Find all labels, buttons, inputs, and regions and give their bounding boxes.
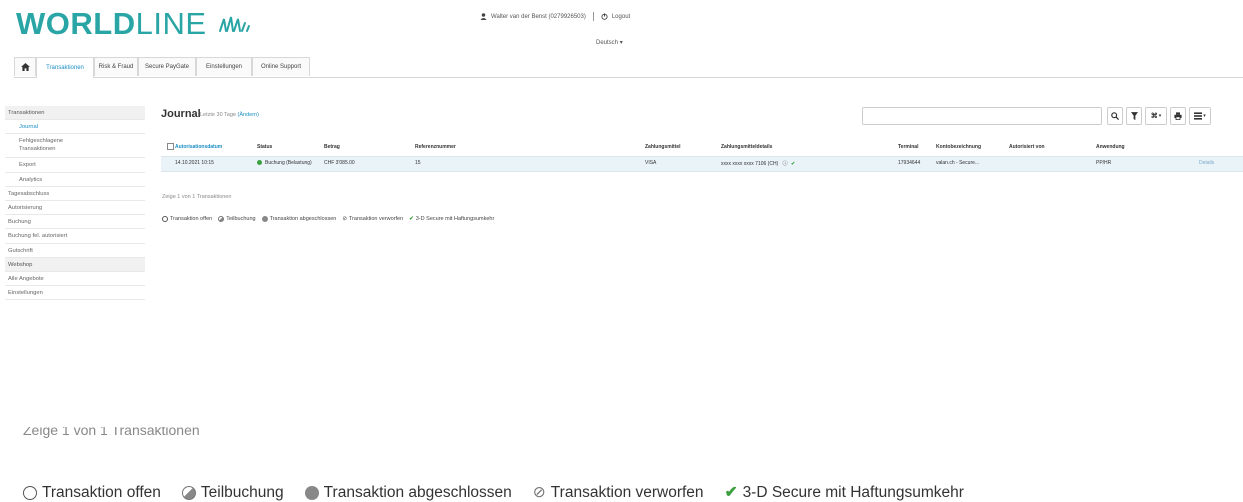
column-header[interactable]: Zahlungsmitteldetails (721, 144, 772, 150)
home-icon (20, 63, 30, 71)
change-range-link[interactable]: (Ändern) (238, 112, 259, 118)
checkmark-icon: ✔ (791, 161, 796, 167)
sidebar-item-gutschrift[interactable]: Gutschrift (5, 244, 145, 258)
chevron-down-icon: ▾ (1158, 113, 1162, 119)
print-icon (1174, 112, 1182, 120)
sidebar: Transaktionen Journal Fehlgeschlagene Tr… (5, 106, 145, 301)
table-row[interactable]: 14.10.2021 10:15 Buchung (Belastung) CHF… (161, 156, 1243, 172)
sidebar-item-alle-angebote[interactable]: Alle Angebote (5, 272, 145, 287)
legend-secure: ✔ 3-D Secure mit Haftungsumkehr (724, 483, 964, 502)
sidebar-item-export[interactable]: Export (5, 158, 145, 173)
tab-secure-paygate[interactable]: Secure PayGate (138, 57, 196, 76)
page-title: Journal (161, 108, 201, 120)
view-options-button[interactable]: ▾ (1189, 107, 1211, 125)
worldline-logo[interactable]: WORLDLINE (16, 4, 251, 44)
sidebar-item-buchung[interactable]: Buchung (5, 215, 145, 230)
columns-icon: ⌘ (1150, 113, 1158, 120)
sidebar-item-journal[interactable]: Journal (5, 120, 145, 135)
cell-date: 14.10.2021 10:15 (175, 160, 214, 166)
discarded-icon: ⊘ (532, 484, 546, 501)
cell-method-details: xxxx xxxx xxxx 7106 (CH) ⓘ ✔ (721, 161, 796, 167)
logout-link[interactable]: Logout (612, 14, 630, 20)
filled-circle-icon (304, 485, 319, 500)
filled-circle-icon (261, 216, 268, 222)
details-link[interactable]: Details (1199, 160, 1214, 166)
legend-discarded: ⊘ Transaktion verworfen (532, 483, 704, 502)
sidebar-item-analytics[interactable]: Analytics (5, 173, 145, 187)
legend-secure: ✔ 3-D Secure mit Haftungsumkehr (409, 216, 495, 222)
tab-online-support[interactable]: Online Support (252, 57, 310, 76)
column-header[interactable]: Terminal (898, 144, 918, 150)
logout-icon[interactable] (601, 13, 608, 20)
sidebar-item-fehlgeschlagene-transaktionen[interactable]: Fehlgeschlagene Transaktionen (5, 134, 145, 159)
sidebar-item-tagesabschluss[interactable]: Tagesabschluss (5, 187, 145, 201)
user-name: Walter van der Benst (0279926503) (491, 13, 586, 20)
tab-einstellungen[interactable]: Einstellungen (196, 57, 252, 76)
cell-terminal: 17934644 (898, 160, 921, 166)
half-circle-icon (181, 485, 196, 500)
cell-reference: 15 (415, 160, 421, 166)
date-range-label: Letzte 30 Tage (Ändern) (200, 112, 259, 118)
legend-partial: Teilbuchung (218, 216, 256, 222)
sidebar-item-einstellungen[interactable]: Einstellungen (5, 286, 145, 301)
chevron-down-icon: ▾ (619, 40, 623, 46)
table-header: Autorisationsdatum Status Betrag Referen… (161, 143, 1243, 155)
info-icon[interactable]: ⓘ (783, 161, 788, 167)
legend-open: Transaktion offen (162, 216, 212, 222)
sidebar-item-autorisierung[interactable]: Autorisierung (5, 201, 145, 216)
filter-icon (1130, 112, 1138, 120)
search-input[interactable] (862, 107, 1102, 125)
worldline-logo-mark-icon (218, 16, 250, 32)
result-count: Zeige 1 von 1 Transaktionen (162, 194, 232, 200)
tab-transaktionen[interactable]: Transaktionen (36, 57, 94, 78)
column-header[interactable]: Autorisationsdatum (175, 144, 222, 150)
select-all-checkbox[interactable] (167, 143, 174, 150)
sidebar-item-buchung-fel-autorisiert[interactable]: Buchung fel. autorisiert (5, 229, 145, 244)
column-header[interactable]: Referenznummer (415, 144, 456, 150)
list-icon (1194, 112, 1203, 120)
sidebar-item-transaktionen[interactable]: Transaktionen (5, 106, 145, 121)
columns-button[interactable]: ⌘ ▾ (1145, 107, 1167, 125)
user-bar: Walter van der Benst (0279926503) Logout (480, 12, 630, 21)
half-circle-icon (218, 216, 225, 222)
cell-amount: CHF 3'085.00 (324, 160, 355, 166)
filter-button[interactable] (1126, 107, 1142, 125)
column-header[interactable]: Status (257, 144, 272, 150)
sidebar-item-webshop[interactable]: Webshop (5, 257, 145, 272)
column-header[interactable]: Autorisiert von (1009, 144, 1045, 150)
status-legend: Transaktion offen Teilbuchung Transaktio… (162, 216, 494, 222)
search-button[interactable] (1107, 107, 1123, 125)
divider (592, 12, 594, 21)
legend-discarded: ⊘ Transaktion verworfen (342, 216, 404, 222)
status-closed-icon (257, 160, 262, 166)
cell-status: Buchung (Belastung) (257, 160, 312, 166)
cell-application: PP/HR (1096, 160, 1112, 166)
checkmark-icon: ✔ (724, 484, 738, 501)
tab-home[interactable] (14, 57, 36, 76)
logo-text-thin: LINE (135, 6, 207, 41)
column-header[interactable]: Kontobezeichnung (936, 144, 981, 150)
cell-account: valan.ch - Secure... (936, 160, 980, 166)
open-circle-icon (23, 485, 37, 500)
result-count-zoomed: Zeige 1 von 1 Transaktionen (23, 427, 200, 438)
status-legend-zoomed: Transaktion offen Teilbuchung Transaktio… (23, 483, 964, 502)
main-navigation: Transaktionen Risk & Fraud Secure PayGat… (14, 57, 1243, 78)
search-icon (1111, 112, 1119, 120)
user-icon (480, 13, 487, 20)
discarded-icon: ⊘ (342, 216, 347, 222)
column-header[interactable]: Zahlungsmittel (645, 144, 681, 150)
tab-risk-fraud[interactable]: Risk & Fraud (94, 57, 138, 76)
column-header[interactable]: Anwendung (1096, 144, 1125, 150)
legend-closed: Transaktion abgeschlossen (261, 216, 336, 222)
open-circle-icon (162, 216, 168, 222)
cell-method: VISA (645, 160, 657, 166)
checkmark-icon: ✔ (409, 216, 414, 222)
language-select[interactable]: Deutsch ▾ (596, 39, 623, 46)
logo-text-bold: WORLD (16, 6, 136, 41)
column-header[interactable]: Betrag (324, 144, 340, 150)
print-button[interactable] (1170, 107, 1186, 125)
chevron-down-icon: ▾ (1203, 113, 1206, 119)
